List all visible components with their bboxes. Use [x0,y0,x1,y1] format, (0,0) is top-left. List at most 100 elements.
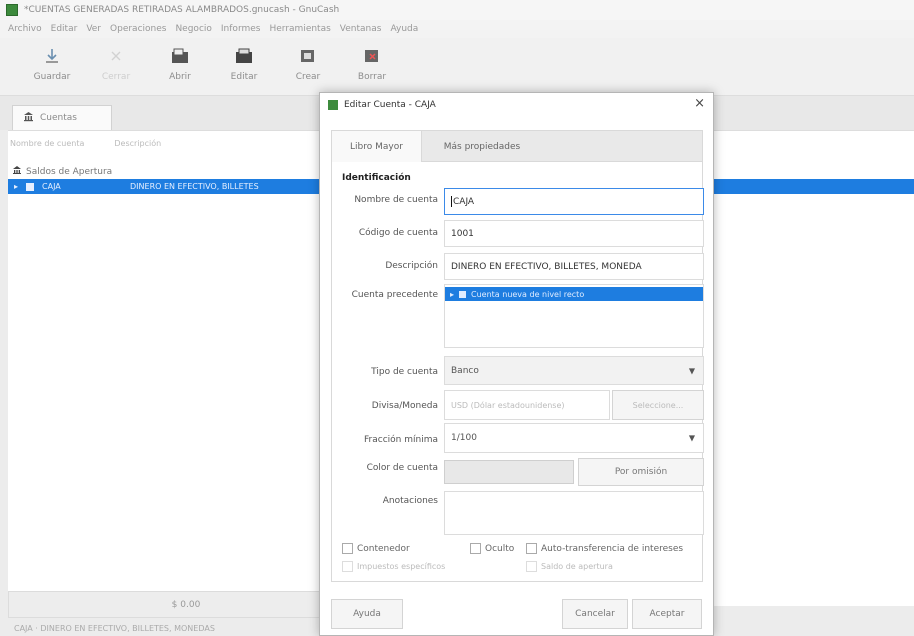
statusbar-text: CAJA · DINERO EN EFECTIVO, BILLETES, MON… [14,623,215,633]
notes-textarea[interactable] [444,491,704,535]
tab-general-ledger[interactable]: Libro Mayor [332,131,422,162]
window-titlebar: *CUENTAS GENERADAS RETIRADAS ALAMBRADOS.… [0,0,914,20]
edit-icon [233,46,255,66]
account-icon [26,182,35,191]
auto-interest-checkbox[interactable] [526,543,537,554]
tax-related-checkbox-row[interactable]: Impuestos específicos [342,561,445,572]
account-name-value: CAJA [453,196,475,207]
account-color-swatch[interactable] [444,460,574,484]
expand-arrow-icon[interactable]: ▸ [450,290,454,299]
commodity-input: USD (Dólar estadounidense) [444,390,610,420]
parent-account-list[interactable]: ▸ Cuenta nueva de nivel recto [444,284,704,348]
tax-related-checkbox[interactable] [342,561,353,572]
close-button[interactable]: Cerrar [84,46,148,82]
auto-interest-checkbox-label: Auto-transferencia de intereses [541,543,684,554]
opening-balance-checkbox[interactable] [526,561,537,572]
account-type-value: Banco [451,365,479,376]
expand-arrow-icon[interactable]: ▸ [14,182,18,191]
account-color-label: Color de cuenta [366,463,438,473]
menu-ver[interactable]: Ver [86,24,101,34]
toolbar: Guardar Cerrar Abrir Editar Crear Borrar [0,38,914,96]
help-button[interactable]: Ayuda [331,599,403,629]
dialog-app-icon [328,100,338,110]
default-color-button[interactable]: Por omisión [578,458,704,486]
edit-account-dialog: Editar Cuenta - CAJA × Libro Mayor Más p… [319,92,714,636]
description-value: DINERO EN EFECTIVO, BILLETES, MONEDA [451,261,642,272]
cancel-button[interactable]: Cancelar [562,599,628,629]
account-icon [459,290,467,298]
dialog-close-button[interactable]: × [694,97,705,111]
total-bar: $ 0.00 [8,591,364,618]
tab-accounts[interactable]: Cuentas [12,105,112,130]
opening-balance-checkbox-label: Saldo de apertura [541,562,613,571]
account-code-value: 1001 [451,228,474,239]
accept-button[interactable]: Aceptar [632,599,702,629]
account-code-input[interactable]: 1001 [444,220,704,247]
new-account-button-label: Crear [295,72,321,82]
new-account-button[interactable]: Crear [276,46,340,82]
parent-account-label: Cuenta precedente [351,290,438,300]
text-caret [451,196,452,207]
account-type-label: Tipo de cuenta [371,367,438,377]
total-value: $ 0.00 [171,599,201,610]
tree-row-description: DINERO EN EFECTIVO, BILLETES [130,182,259,191]
edit-button[interactable]: Editar [212,46,276,82]
notes-label: Anotaciones [382,496,438,506]
tab-more-properties[interactable]: Más propiedades [422,131,542,162]
menu-herramientas[interactable]: Herramientas [269,24,330,34]
save-icon [41,46,63,66]
parent-account-item-label: Cuenta nueva de nivel recto [471,289,585,299]
close-icon [105,46,127,66]
parent-account-item[interactable]: ▸ Cuenta nueva de nivel recto [445,287,703,301]
bank-icon [12,165,22,178]
menu-informes[interactable]: Informes [221,24,261,34]
menu-ventanas[interactable]: Ventanas [340,24,382,34]
account-tree-headers: Nombre de cuenta Descripción [10,139,161,148]
new-account-icon [297,46,319,66]
smallest-fraction-select[interactable]: 1/100 ▼ [444,423,704,453]
dropdown-arrow-icon: ▼ [688,433,695,443]
account-name-input[interactable]: CAJA [444,188,704,215]
menu-archivo[interactable]: Archivo [8,24,42,34]
opening-balance-checkbox-row[interactable]: Saldo de apertura [526,561,613,572]
edit-button-label: Editar [230,72,258,82]
tree-row[interactable]: Saldos de Apertura [12,165,112,178]
column-header-name[interactable]: Nombre de cuenta [10,139,84,148]
hidden-checkbox[interactable] [470,543,481,554]
open-icon [169,46,191,66]
hidden-checkbox-row[interactable]: Oculto [470,543,514,554]
menu-negocio[interactable]: Negocio [175,24,211,34]
identification-heading: Identificación [342,173,411,183]
menu-editar[interactable]: Editar [51,24,78,34]
delete-button-label: Borrar [357,72,387,82]
description-label: Descripción [385,261,438,271]
account-name-label: Nombre de cuenta [354,195,438,205]
placeholder-checkbox-row[interactable]: Contenedor [342,543,410,554]
account-type-select[interactable]: Banco ▼ [444,356,704,385]
dialog-panel: Identificación Nombre de cuenta CAJA Cód… [331,162,704,582]
commodity-label: Divisa/Moneda [371,401,438,411]
window-title: *CUENTAS GENERADAS RETIRADAS ALAMBRADOS.… [24,5,340,15]
description-input[interactable]: DINERO EN EFECTIVO, BILLETES, MONEDA [444,253,704,280]
gnucash-app-icon [6,4,18,16]
delete-button[interactable]: Borrar [340,46,404,82]
dialog-title: Editar Cuenta - CAJA [344,100,436,110]
commodity-value: USD (Dólar estadounidense) [451,400,565,410]
menu-ayuda[interactable]: Ayuda [390,24,418,34]
dialog-titlebar: Editar Cuenta - CAJA [320,93,713,117]
delete-icon [361,46,383,66]
save-button-label: Guardar [33,72,71,82]
tree-row-name: CAJA [42,182,61,191]
auto-interest-checkbox-row[interactable]: Auto-transferencia de intereses [526,543,683,554]
tab-accounts-label: Cuentas [40,113,77,123]
save-button[interactable]: Guardar [20,46,84,82]
select-commodity-button[interactable]: Seleccione... [612,390,704,420]
column-header-description[interactable]: Descripción [114,139,161,148]
open-button[interactable]: Abrir [148,46,212,82]
accounts-icon [23,111,34,125]
placeholder-checkbox[interactable] [342,543,353,554]
menubar: Archivo Editar Ver Operaciones Negocio I… [0,20,914,38]
dropdown-arrow-icon: ▼ [688,366,695,375]
smallest-fraction-label: Fracción mínima [364,435,438,445]
menu-operaciones[interactable]: Operaciones [110,24,166,34]
